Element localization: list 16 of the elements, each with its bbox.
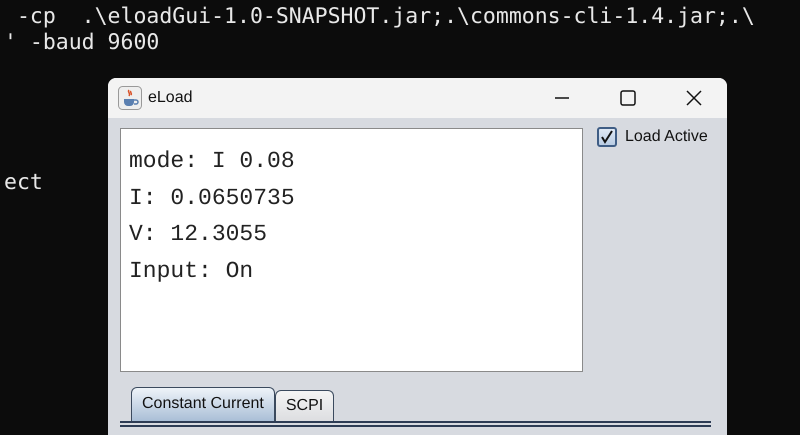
readout-line: I: 0.0650735 [129, 184, 296, 212]
coffee-cup-icon [118, 86, 142, 110]
tab[interactable]: SCPI [274, 390, 334, 421]
readout-line: V: 12.3055 [129, 220, 268, 249]
tab[interactable]: Constant Current [131, 387, 275, 421]
readout-line: mode: I 0.08 [129, 147, 296, 176]
readout-line: Input: On [129, 256, 254, 286]
load-active-checkbox[interactable]: Load Active [597, 127, 708, 147]
terminal-line: ect [4, 170, 43, 196]
window-title: eLoad [148, 89, 192, 107]
check-mark-icon [599, 129, 615, 145]
close-icon [685, 89, 703, 107]
terminal-line: ' -baud 9600 [4, 30, 160, 56]
terminal-line: -cp .\eloadGui-1.0-SNAPSHOT.jar;.\commons-cli-1.4.jar;.\ [16, 4, 755, 30]
minimize-icon [555, 97, 569, 99]
maximize-icon [619, 89, 637, 107]
